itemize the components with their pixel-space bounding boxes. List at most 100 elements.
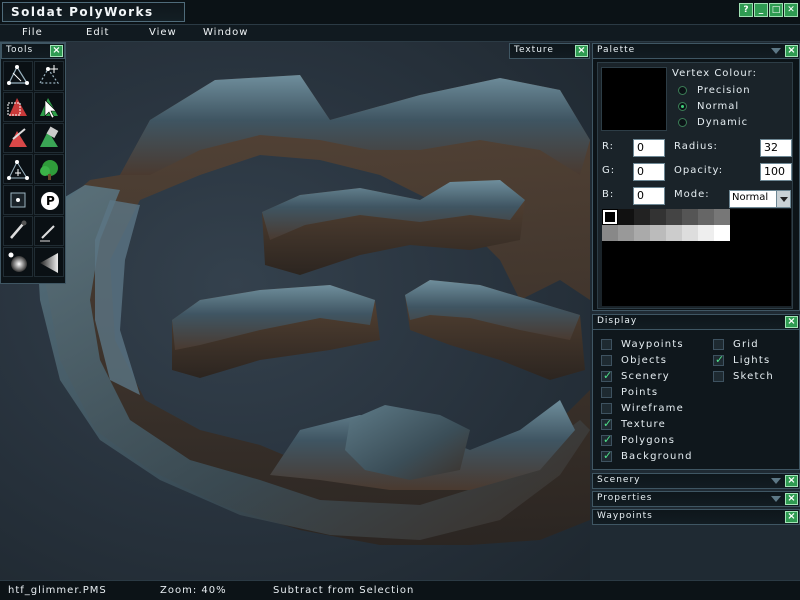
display-option-points[interactable]: Points <box>601 387 658 398</box>
b-input[interactable]: 0 <box>633 187 665 205</box>
color-swatch[interactable] <box>650 209 666 225</box>
vertex-color-icon[interactable] <box>34 123 64 153</box>
mode-normal[interactable]: Normal <box>678 101 739 112</box>
checkbox-icon[interactable] <box>601 369 612 382</box>
checkbox-icon[interactable] <box>601 355 612 366</box>
swatch-area[interactable] <box>602 209 791 306</box>
menu-view[interactable]: View <box>149 27 177 38</box>
chevron-down-icon[interactable] <box>776 191 790 207</box>
minimize-button[interactable]: _ <box>754 3 768 17</box>
checkbox-icon[interactable] <box>601 387 612 398</box>
vertex-select-icon[interactable] <box>3 61 33 91</box>
expand-arrow-icon[interactable] <box>771 478 781 484</box>
display-option-label: Wireframe <box>621 403 684 414</box>
display-close-button[interactable]: × <box>785 316 798 328</box>
menu-file[interactable]: File <box>22 27 43 38</box>
display-option-sketch[interactable]: Sketch <box>713 371 774 382</box>
waypoints-close-button[interactable]: × <box>785 511 798 523</box>
waypoint-p-icon[interactable]: P <box>34 185 64 215</box>
mode-precision[interactable]: Precision <box>678 85 751 96</box>
g-input[interactable]: 0 <box>633 163 665 181</box>
light-icon[interactable] <box>3 247 33 277</box>
radio-icon[interactable] <box>678 102 687 111</box>
texture-title: Texture <box>514 45 554 55</box>
help-button[interactable]: ? <box>739 3 753 17</box>
radius-input[interactable]: 32 <box>760 139 792 157</box>
radio-icon[interactable] <box>678 118 687 127</box>
checkbox-icon[interactable] <box>601 449 612 462</box>
checkbox-icon[interactable] <box>601 339 612 350</box>
color-swatch[interactable] <box>634 225 650 241</box>
scenery-panel-title: Scenery <box>597 475 641 485</box>
poly-create-icon[interactable] <box>3 154 33 184</box>
poly-color-icon[interactable] <box>3 123 33 153</box>
display-title: Display <box>597 316 638 326</box>
color-swatch[interactable] <box>602 209 618 225</box>
close-window-button[interactable]: ✕ <box>784 3 798 17</box>
polygon-select-icon[interactable] <box>3 92 33 122</box>
tools-close-button[interactable]: × <box>50 45 63 57</box>
mode-select[interactable]: Normal <box>729 190 791 208</box>
color-swatch[interactable] <box>714 209 730 225</box>
color-swatch[interactable] <box>682 225 698 241</box>
color-swatch[interactable] <box>618 209 634 225</box>
scenery-close-button[interactable]: × <box>785 475 798 487</box>
color-swatch[interactable] <box>634 209 650 225</box>
color-swatch[interactable] <box>698 209 714 225</box>
display-option-texture[interactable]: Texture <box>601 417 666 430</box>
checkbox-icon[interactable] <box>713 353 724 366</box>
waypoints-panel-header[interactable]: Waypoints × <box>592 509 800 525</box>
checkbox-icon[interactable] <box>713 371 724 382</box>
color-swatch[interactable] <box>602 225 618 241</box>
vertex-add-icon[interactable] <box>34 61 64 91</box>
mode-dynamic[interactable]: Dynamic <box>678 117 748 128</box>
display-option-label: Scenery <box>621 371 670 382</box>
gradient-icon[interactable] <box>34 247 64 277</box>
expand-arrow-icon[interactable] <box>771 496 781 502</box>
color-swatch[interactable] <box>666 209 682 225</box>
color-swatch[interactable] <box>618 225 634 241</box>
color-swatch[interactable] <box>666 225 682 241</box>
properties-close-button[interactable]: × <box>785 493 798 505</box>
display-option-lights[interactable]: Lights <box>713 353 770 366</box>
display-option-wireframe[interactable]: Wireframe <box>601 403 684 414</box>
display-option-label: Objects <box>621 355 668 366</box>
checkbox-icon[interactable] <box>601 417 612 430</box>
texture-panel-tab[interactable]: Texture × <box>509 43 590 59</box>
r-input[interactable]: 0 <box>633 139 665 157</box>
checkbox-icon[interactable] <box>601 403 612 414</box>
menu-edit[interactable]: Edit <box>86 27 109 38</box>
display-option-waypoints[interactable]: Waypoints <box>601 339 684 350</box>
radio-icon[interactable] <box>678 86 687 95</box>
pencil-icon[interactable] <box>34 216 64 246</box>
checkbox-icon[interactable] <box>713 339 724 350</box>
color-preview <box>601 67 667 131</box>
palette-close-button[interactable]: × <box>785 45 798 57</box>
status-filename: htf_glimmer.PMS <box>8 585 107 596</box>
maximize-button[interactable]: □ <box>769 3 783 17</box>
scenery-panel-header[interactable]: Scenery × <box>592 473 800 489</box>
display-option-polygons[interactable]: Polygons <box>601 433 675 446</box>
properties-panel-header[interactable]: Properties × <box>592 491 800 507</box>
collapse-arrow-icon[interactable] <box>771 48 781 54</box>
tools-panel: Tools × P <box>0 42 66 284</box>
tools-header: Tools × <box>1 43 65 59</box>
color-picker-icon[interactable] <box>3 216 33 246</box>
spawn-icon[interactable] <box>3 185 33 215</box>
mode-normal-label: Normal <box>697 101 740 112</box>
checkbox-icon[interactable] <box>601 433 612 446</box>
texture-close-button[interactable]: × <box>575 45 588 57</box>
display-option-background[interactable]: Background <box>601 449 693 462</box>
display-option-objects[interactable]: Objects <box>601 355 667 366</box>
color-swatch[interactable] <box>698 225 714 241</box>
opacity-input[interactable]: 100 <box>760 163 792 181</box>
color-swatch[interactable] <box>682 209 698 225</box>
color-swatch[interactable] <box>714 225 730 241</box>
display-option-scenery[interactable]: Scenery <box>601 369 670 382</box>
map-canvas[interactable] <box>0 42 590 580</box>
display-option-grid[interactable]: Grid <box>713 339 759 350</box>
polygon-move-icon[interactable] <box>34 92 64 122</box>
menu-window[interactable]: Window <box>203 27 248 38</box>
scenery-tree-icon[interactable] <box>34 154 64 184</box>
color-swatch[interactable] <box>650 225 666 241</box>
